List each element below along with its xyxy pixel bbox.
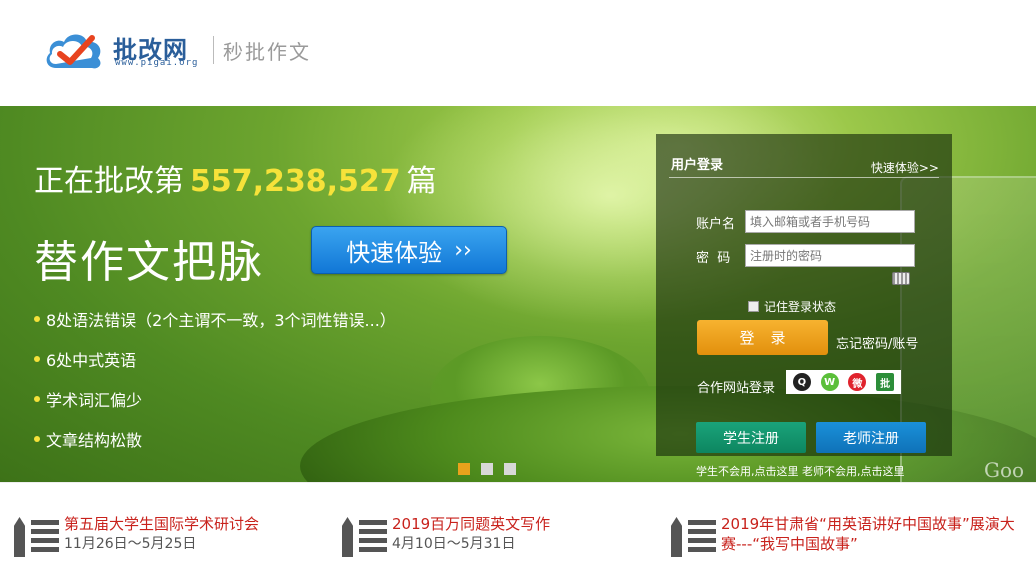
partner-login-label: 合作网站登录	[697, 381, 776, 396]
counter-value: 557,238,527	[190, 164, 401, 199]
hero-banner[interactable]: Goo 正在批改第 557,238,527 篇 替作文把脉 快速体验 ›› 8处语法…	[0, 106, 1036, 482]
bullet-icon	[34, 316, 40, 322]
news-icon	[14, 514, 60, 559]
news-item[interactable]: 第五届大学生国际学术研讨会 11月26日～5月25日	[14, 514, 324, 559]
account-input[interactable]	[745, 210, 915, 233]
pigai-icon[interactable]: 批	[876, 373, 895, 391]
slide-dot-3[interactable]	[504, 463, 516, 475]
news-title[interactable]: 2019年甘肃省“用英语讲好中国故事”展演大赛---“我写中国故事”	[721, 514, 1021, 554]
weibo-icon[interactable]: 微	[848, 373, 867, 391]
news-title[interactable]: 2019百万同题英文写作	[392, 514, 652, 534]
partner-login-icons: Q W 微 批	[786, 370, 901, 394]
slide-indicators	[458, 463, 527, 475]
news-date: 4月10日～5月31日	[392, 536, 516, 552]
feature-item: 文章结构松散	[34, 419, 396, 459]
slide-dot-1[interactable]	[458, 463, 470, 475]
qq-icon[interactable]: Q	[792, 373, 811, 391]
news-icon	[671, 514, 717, 559]
account-label: 账户名	[696, 217, 736, 232]
brand-divider	[213, 36, 214, 64]
remember-me[interactable]: 记住登录状态	[748, 298, 836, 315]
essay-counter: 正在批改第 557,238,527 篇	[34, 156, 437, 200]
teacher-register-button[interactable]: 老师注册	[816, 422, 926, 453]
login-panel: 用户登录 快速体验>> 账户名 密 码 记住登录状态 登录 忘记密码/账号 合作…	[656, 134, 952, 478]
news-date: 11月26日～5月25日	[64, 536, 197, 552]
counter-suffix: 篇	[406, 164, 437, 199]
login-divider	[669, 177, 939, 178]
quick-try-link[interactable]: 快速体验>>	[871, 159, 939, 176]
feature-list: 8处语法错误（2个主谓不一致，3个词性错误...） 6处中式英语 学术词汇偏少 …	[34, 299, 396, 459]
slide-dot-2[interactable]	[481, 463, 493, 475]
news-icon	[342, 514, 388, 559]
password-label: 密 码	[696, 251, 731, 266]
news-bar: 第五届大学生国际学术研讨会 11月26日～5月25日 2019百万同题英文写作 …	[0, 482, 1036, 568]
bullet-icon	[34, 436, 40, 442]
double-chevron-right-icon: ››	[454, 237, 472, 263]
login-button[interactable]: 登录	[697, 320, 828, 355]
bullet-icon	[34, 356, 40, 362]
remember-label: 记住登录状态	[764, 300, 837, 314]
forgot-password-link[interactable]: 忘记密码/账号	[836, 333, 918, 352]
feature-item: 6处中式英语	[34, 339, 396, 379]
news-item[interactable]: 2019百万同题英文写作 4月10日～5月31日	[342, 514, 652, 559]
counter-prefix: 正在批改第	[34, 164, 184, 199]
remember-checkbox[interactable]	[748, 301, 759, 312]
wechat-icon[interactable]: W	[820, 373, 839, 391]
bullet-icon	[34, 396, 40, 402]
feature-item: 学术词汇偏少	[34, 379, 396, 419]
quick-try-label: 快速体验	[346, 238, 443, 267]
header: 批改网 www.pigai.org 秒批作文	[0, 0, 1036, 106]
feature-item: 8处语法错误（2个主谓不一致，3个词性错误...）	[34, 299, 396, 339]
cloud-check-icon[interactable]	[42, 28, 108, 72]
quick-try-button[interactable]: 快速体验 ››	[311, 226, 507, 274]
slogan: 秒批作文	[223, 40, 311, 64]
headline: 替作文把脉	[34, 237, 264, 288]
brand-url: www.pigai.org	[115, 58, 199, 68]
password-input[interactable]	[745, 244, 915, 267]
page: 批改网 www.pigai.org 秒批作文 Goo 正在批改第 557,238,…	[0, 0, 1036, 568]
banner-glass-text: Goo	[984, 458, 1025, 482]
student-register-button[interactable]: 学生注册	[696, 422, 806, 453]
keyboard-icon[interactable]	[892, 272, 910, 285]
register-help-links[interactable]: 学生不会用,点击这里 老师不会用,点击这里	[696, 463, 905, 479]
news-item[interactable]: 2019年甘肃省“用英语讲好中国故事”展演大赛---“我写中国故事”	[671, 514, 1021, 559]
login-title: 用户登录	[671, 158, 724, 173]
news-title[interactable]: 第五届大学生国际学术研讨会	[64, 514, 324, 534]
